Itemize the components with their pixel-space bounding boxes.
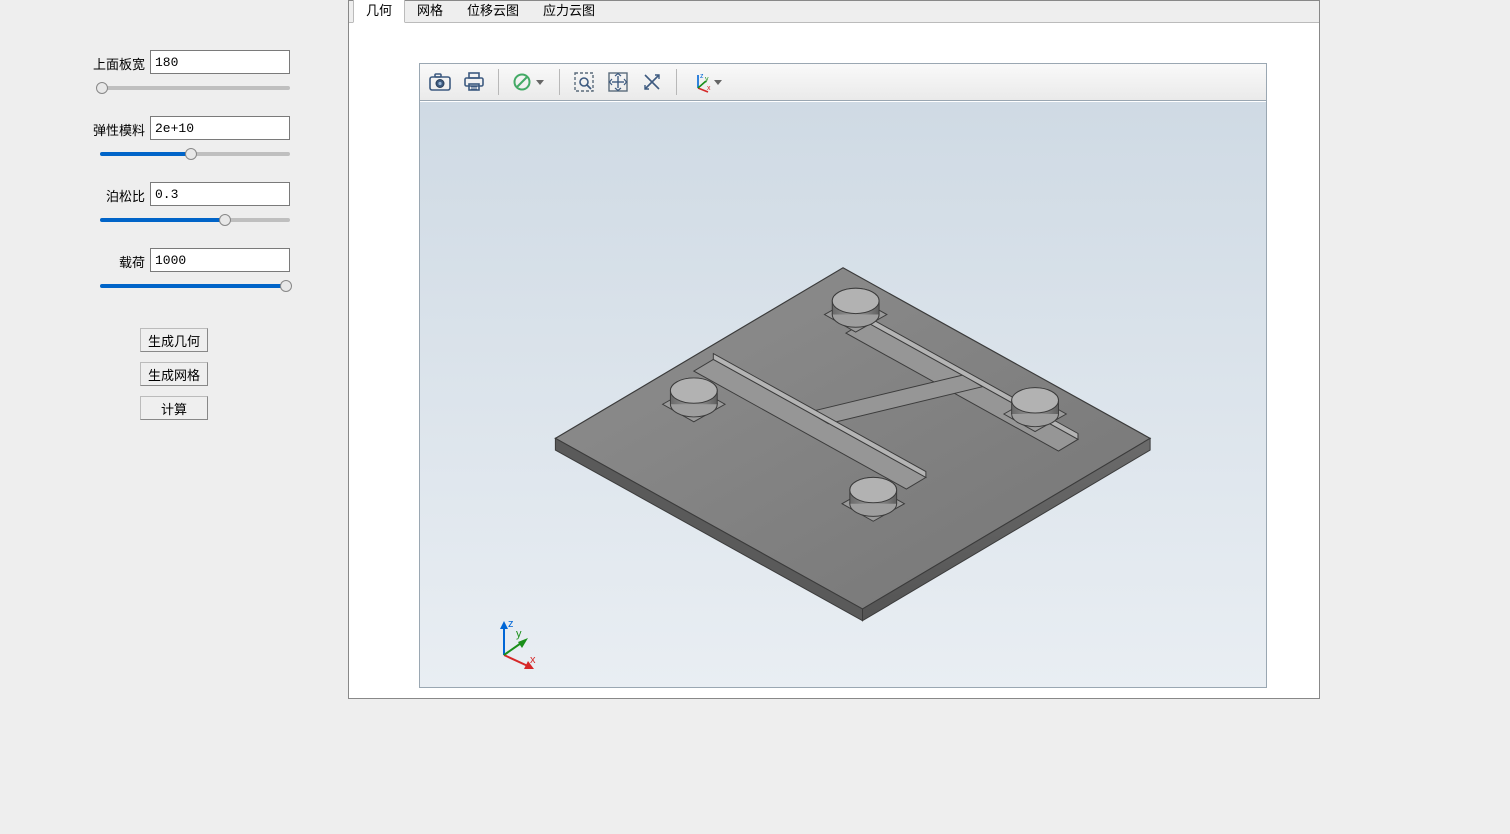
action-buttons: 生成几何 生成网格 计算 — [0, 328, 348, 420]
viewport-toolbar: z x y — [419, 63, 1267, 101]
param-label: 泊松比 — [0, 186, 145, 205]
svg-text:x: x — [707, 85, 711, 92]
param-input-poisson[interactable] — [150, 182, 290, 206]
chevron-down-icon — [714, 80, 722, 85]
slider-poisson[interactable] — [100, 212, 290, 228]
axis-view-icon[interactable]: z x y — [685, 68, 729, 96]
svg-text:x: x — [530, 654, 536, 666]
svg-text:z: z — [700, 73, 704, 80]
tab-stress[interactable]: 应力云图 — [531, 0, 607, 22]
param-row-elastic: 弹性模料 — [0, 116, 348, 166]
param-row-width: 上面板宽 — [0, 50, 348, 100]
rotate-select-icon[interactable] — [636, 68, 668, 96]
viewport-canvas[interactable]: z x y — [420, 102, 1266, 687]
svg-text:y: y — [516, 628, 522, 640]
slider-elastic[interactable] — [100, 146, 290, 162]
compute-button[interactable]: 计算 — [140, 396, 208, 420]
geometry-model-icon — [420, 102, 1266, 687]
camera-icon[interactable] — [424, 68, 456, 96]
gen-mesh-button[interactable]: 生成网格 — [140, 362, 208, 386]
main-panel: 几何 网格 位移云图 应力云图 — [348, 0, 1320, 699]
slider-width[interactable] — [100, 80, 290, 96]
gen-geometry-button[interactable]: 生成几何 — [140, 328, 208, 352]
svg-text:z: z — [508, 618, 514, 630]
tab-geometry[interactable]: 几何 — [353, 0, 405, 23]
viewport: z x y — [419, 63, 1267, 688]
printer-icon[interactable] — [458, 68, 490, 96]
param-label: 弹性模料 — [0, 120, 145, 139]
tab-bar: 几何 网格 位移云图 应力云图 — [349, 1, 1319, 23]
nullify-icon[interactable] — [507, 68, 551, 96]
svg-text:y: y — [705, 76, 709, 83]
fit-view-icon[interactable] — [602, 68, 634, 96]
param-label: 载荷 — [0, 252, 145, 271]
param-input-width[interactable] — [150, 50, 290, 74]
tab-mesh[interactable]: 网格 — [405, 0, 455, 22]
param-row-poisson: 泊松比 — [0, 182, 348, 232]
axis-triad-icon: z x y — [490, 617, 540, 667]
zoom-box-icon[interactable] — [568, 68, 600, 96]
param-input-load[interactable] — [150, 248, 290, 272]
slider-load[interactable] — [100, 278, 290, 294]
chevron-down-icon — [536, 80, 544, 85]
param-row-load: 载荷 — [0, 248, 348, 298]
param-label: 上面板宽 — [0, 54, 145, 73]
param-input-elastic[interactable] — [150, 116, 290, 140]
tab-displacement[interactable]: 位移云图 — [455, 0, 531, 22]
view-frame: z x y — [349, 23, 1319, 698]
sidebar: 上面板宽 弹性模料 泊松比 载荷 — [0, 0, 348, 834]
